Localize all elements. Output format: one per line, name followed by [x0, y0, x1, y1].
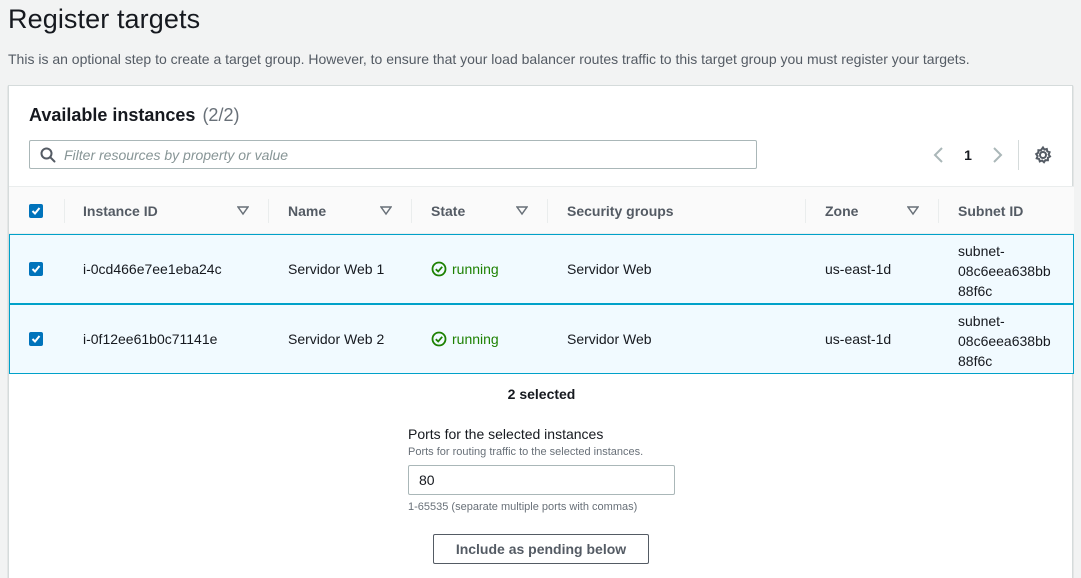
column-divider	[938, 199, 939, 223]
subnet-line: subnet-	[958, 243, 1005, 259]
state-cell: running	[431, 235, 499, 303]
subnet-line: subnet-	[958, 313, 1005, 329]
panel-title: Available instances (2/2)	[29, 105, 239, 126]
column-header-zone[interactable]: Zone	[825, 187, 858, 235]
column-divider	[805, 199, 806, 223]
subnet-line: 08c6eea638bb	[958, 333, 1051, 349]
column-header-label: Security groups	[567, 203, 674, 219]
available-instances-panel: Available instances (2/2) 1	[8, 85, 1074, 578]
sort-icon[interactable]	[237, 205, 249, 217]
row-select-cell	[29, 235, 43, 303]
security-groups-cell: Servidor Web	[567, 331, 652, 347]
security-groups-cell: Servidor Web	[567, 261, 652, 277]
column-divider	[268, 199, 269, 223]
subnet-id-cell: subnet- 08c6eea638bb 88f6c	[958, 305, 1051, 373]
check-icon	[31, 265, 41, 273]
include-as-pending-button[interactable]: Include as pending below	[433, 534, 649, 564]
chevron-left-icon[interactable]	[929, 145, 949, 165]
state-label: running	[452, 331, 499, 347]
sort-icon[interactable]	[516, 205, 528, 217]
column-divider	[64, 199, 65, 223]
column-header-label: Instance ID	[83, 203, 158, 219]
subnet-id-cell: subnet- 08c6eea638bb 88f6c	[958, 235, 1051, 303]
zone-cell: us-east-1d	[825, 261, 892, 277]
selected-count: 2 selected	[507, 386, 576, 402]
table-row[interactable]: i-0cd466e7ee1eba24c Servidor Web 1 runni…	[9, 234, 1074, 304]
column-divider	[411, 199, 412, 223]
column-header-label: Zone	[825, 203, 859, 219]
state-label: running	[452, 261, 499, 277]
subnet-line: 88f6c	[958, 283, 993, 299]
subnet-line: 08c6eea638bb	[958, 263, 1051, 279]
filter-input[interactable]	[64, 141, 756, 168]
name-cell: Servidor Web 2	[288, 331, 385, 347]
ports-description: Ports for routing traffic to the selecte…	[408, 446, 644, 458]
pager-divider	[1018, 140, 1019, 170]
page-description: This is an optional step to create a tar…	[8, 51, 970, 67]
column-header-subnet-id[interactable]: Subnet ID	[958, 187, 1023, 235]
pagination: 1	[929, 144, 1007, 166]
sort-icon[interactable]	[380, 205, 392, 217]
column-header-security-groups[interactable]: Security groups	[567, 187, 674, 235]
column-header-label: Subnet ID	[958, 203, 1024, 219]
instance-id-cell: i-0cd466e7ee1eba24c	[83, 261, 222, 277]
sort-icon[interactable]	[907, 205, 919, 217]
panel-title-text: Available instances	[29, 105, 196, 125]
ports-label: Ports for the selected instances	[408, 426, 604, 442]
instance-count: (2/2)	[202, 105, 240, 125]
column-divider	[547, 199, 548, 223]
table-row[interactable]: i-0f12ee61b0c71141e Servidor Web 2 runni…	[9, 304, 1074, 374]
subnet-line: 88f6c	[958, 353, 993, 369]
check-icon	[31, 335, 41, 343]
state-cell: running	[431, 305, 499, 373]
instance-id-cell: i-0f12ee61b0c71141e	[83, 331, 218, 347]
check-icon	[31, 207, 41, 215]
ports-input[interactable]	[408, 465, 675, 495]
status-ok-icon	[431, 261, 447, 277]
name-cell: Servidor Web 1	[288, 261, 385, 277]
column-header-instance-id[interactable]: Instance ID	[83, 187, 158, 235]
zone-cell: us-east-1d	[825, 331, 892, 347]
page-title: Register targets	[8, 4, 201, 34]
status-ok-icon	[431, 331, 447, 347]
chevron-right-icon[interactable]	[987, 145, 1007, 165]
select-all-cell	[29, 187, 43, 235]
row-checkbox[interactable]	[29, 262, 43, 276]
column-header-state[interactable]: State	[431, 187, 465, 235]
column-header-label: State	[431, 203, 466, 219]
column-header-label: Name	[288, 203, 327, 219]
gear-icon[interactable]	[1033, 145, 1053, 165]
table-header: Instance ID Name State Security groups Z…	[9, 186, 1074, 234]
row-select-cell	[29, 305, 43, 373]
row-checkbox[interactable]	[29, 332, 43, 346]
ports-hint: 1-65535 (separate multiple ports with co…	[408, 501, 638, 513]
column-header-name[interactable]: Name	[288, 187, 326, 235]
filter-box[interactable]	[29, 140, 757, 169]
search-icon	[40, 147, 56, 162]
select-all-checkbox[interactable]	[29, 204, 43, 218]
current-page[interactable]: 1	[949, 147, 987, 163]
